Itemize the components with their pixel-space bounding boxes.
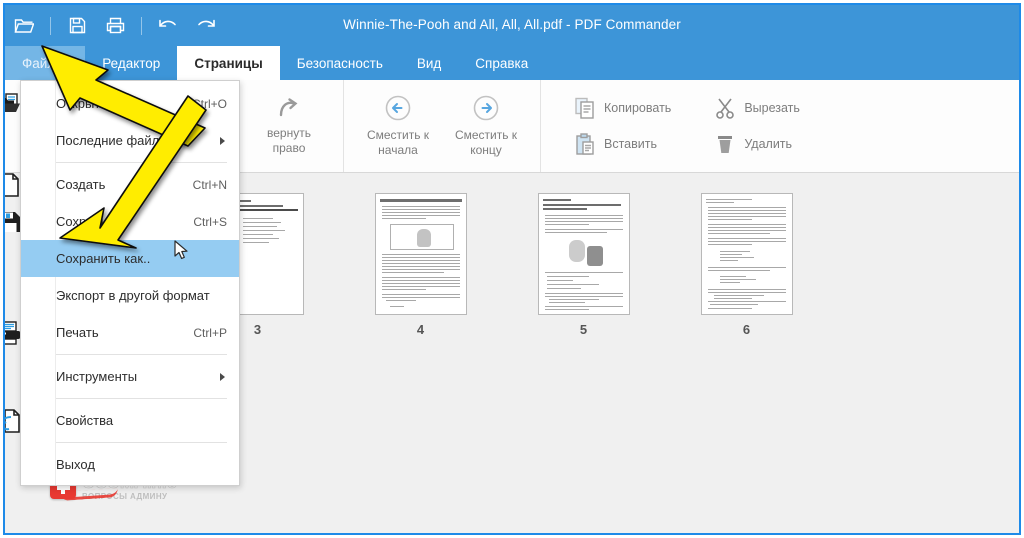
page-number-label: 3 [253,322,262,337]
move-to-end-button[interactable]: Сместить к концу [442,90,530,162]
rotate-right-label: вернуть право [267,126,311,155]
page-thumbnail[interactable] [537,193,630,315]
submenu-arrow-icon-2 [220,372,225,381]
ribbon-group-move: Сместить к начала Сместить к концу [344,80,541,172]
delete-label: Удалить [744,137,793,151]
submenu-arrow-icon [220,136,225,145]
save-floppy-icon[interactable] [58,9,96,43]
menu-item-save-as-label: Сохранить как.. [56,251,151,266]
menu-item-exit[interactable]: Выход [21,446,239,483]
tab-file-label: Файл [22,55,56,71]
cut-button[interactable]: Вырезать [705,94,810,122]
move-to-start-label: Сместить к начала [366,128,430,157]
copy-button[interactable]: Копировать [565,94,681,122]
copy-label: Копировать [604,101,672,115]
ribbon-group-rotate: вернуть право [235,80,344,172]
page-number-label: 6 [742,322,751,337]
move-to-end-label: Сместить к концу [454,128,518,157]
page-thumbnail[interactable] [374,193,467,315]
menu-item-print[interactable]: Печать Ctrl+P [5,314,239,351]
tab-view[interactable]: Вид [400,46,458,80]
tab-pages-label: Страницы [194,55,263,71]
menu-item-tools-label: Инструменты [56,369,138,384]
menu-divider-2 [56,354,227,355]
delete-button[interactable]: Удалить [705,130,810,158]
redo-arrow-icon[interactable] [187,9,225,43]
print-icon[interactable] [96,9,134,43]
menu-tab-bar: Файл Редактор Страницы Безопасность Вид … [5,46,1019,80]
open-folder-icon[interactable] [5,9,43,43]
menu-item-export-label: Экспорт в другой формат [56,288,210,303]
paste-button[interactable]: Вставить [565,130,681,158]
menu-item-save-as[interactable]: Сохранить как.. [21,240,239,277]
page-number-label: 5 [579,322,588,337]
menu-item-open-shortcut: Ctrl+O [191,96,227,111]
menu-item-properties-label: Свойства [56,413,114,428]
menu-item-create-shortcut: Ctrl+N [192,177,227,192]
menu-item-open-label: Открыть.. [56,96,115,111]
clipboard-column-left: Копировать Вставить [565,94,681,158]
menu-divider-4 [56,442,227,443]
menu-item-exit-label: Выход [56,457,95,472]
menu-item-recent-files[interactable]: Последние файлы [21,122,239,159]
menu-divider [56,162,227,163]
tab-editor-label: Редактор [102,55,161,71]
tab-help[interactable]: Справка [458,46,545,80]
menu-item-save-label: Сохранить [56,214,121,229]
menu-item-export[interactable]: Экспорт в другой формат [21,277,239,314]
menu-item-recent-files-label: Последние файлы [56,133,169,148]
menu-item-save[interactable]: Сохранить Ctrl+S [5,203,239,240]
clipboard-column-right: Вырезать Удалить [705,94,810,158]
rotate-right-button[interactable]: вернуть право [245,92,333,160]
cut-label: Вырезать [744,101,800,115]
tab-security-label: Безопасность [296,55,383,71]
ribbon-group-clipboard: Копировать Вставить Вырезать Удалить [541,80,820,172]
page-number-label: 4 [416,322,425,337]
undo-arrow-icon[interactable] [149,9,187,43]
page-thumbnail[interactable] [700,193,793,315]
tab-view-label: Вид [416,55,442,71]
file-dropdown-menu: Открыть.. Ctrl+O Последние файлы Создать… [5,80,240,486]
toolbar-divider-2 [141,16,142,35]
move-to-start-button[interactable]: Сместить к начала [354,90,442,162]
menu-item-save-shortcut: Ctrl+S [193,214,227,229]
tab-editor[interactable]: Редактор [85,46,177,80]
application-window: Winnie-The-Pooh and All, All, All.pdf - … [3,3,1021,535]
menu-item-create[interactable]: Создать Ctrl+N [5,166,239,203]
toolbar-divider [50,16,51,35]
menu-item-open[interactable]: Открыть.. Ctrl+O [5,85,239,122]
menu-item-tools[interactable]: Инструменты [21,358,239,395]
menu-item-print-shortcut: Ctrl+P [193,325,227,340]
page-thumbnail-cell[interactable]: 4 [339,193,502,337]
page-thumbnail-cell[interactable]: 5 [502,193,665,337]
tab-security[interactable]: Безопасность [280,46,400,80]
tab-help-label: Справка [475,55,529,71]
menu-divider-3 [56,398,227,399]
paste-label: Вставить [604,137,657,151]
title-bar: Winnie-The-Pooh and All, All, All.pdf - … [5,5,1019,46]
menu-item-create-label: Создать [56,177,106,192]
menu-item-print-label: Печать [56,325,99,340]
page-thumbnail-cell[interactable]: 6 [665,193,828,337]
tab-pages[interactable]: Страницы [177,46,280,80]
tab-file[interactable]: Файл [5,46,86,80]
chevron-down-icon [63,60,74,66]
menu-item-properties[interactable]: Свойства [5,402,239,439]
